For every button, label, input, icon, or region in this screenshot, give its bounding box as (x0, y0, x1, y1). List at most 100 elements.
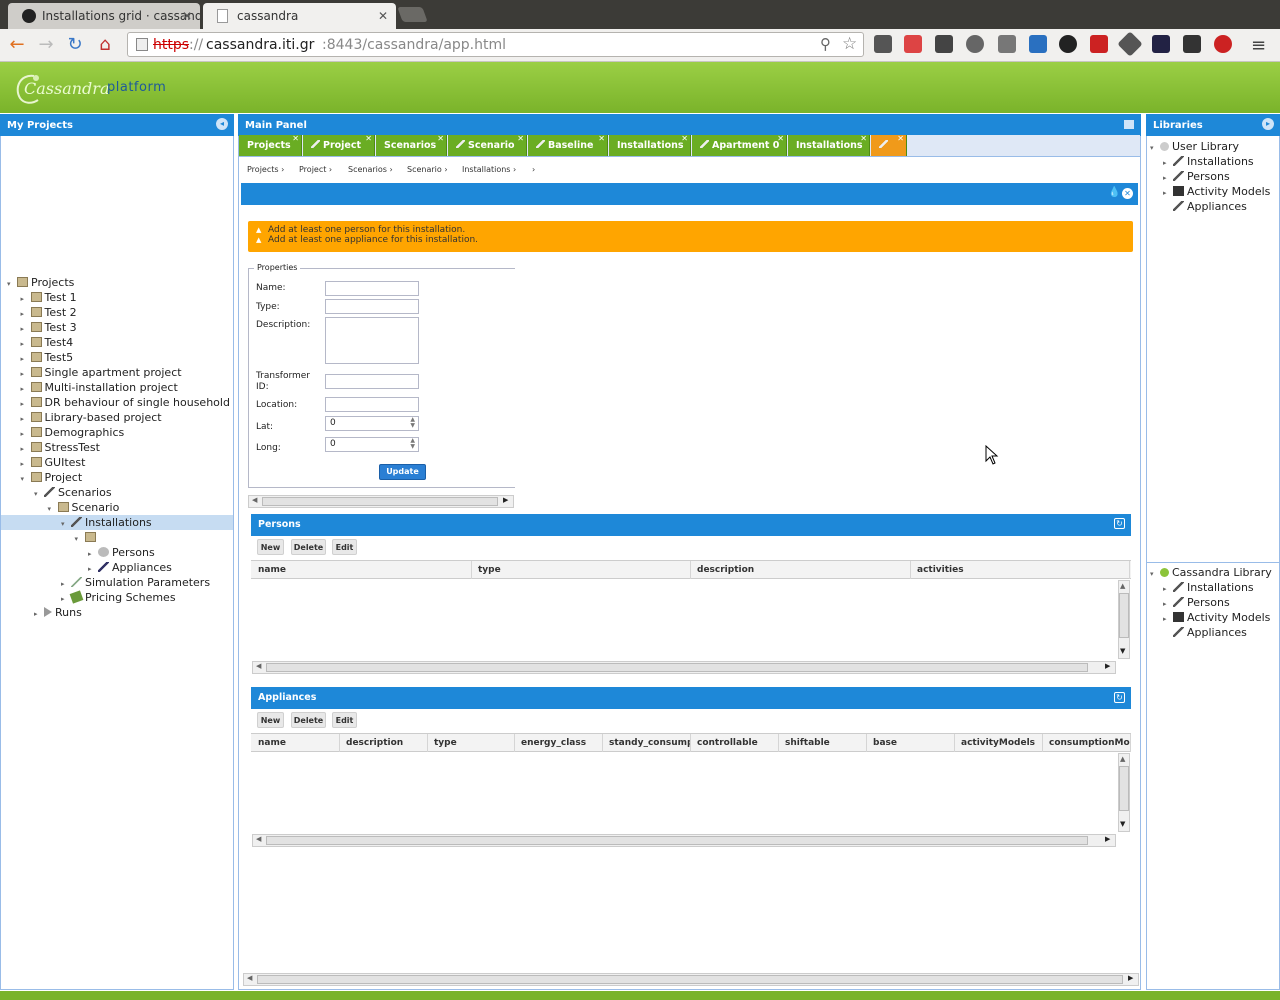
forward-icon[interactable]: → (34, 33, 58, 57)
bookmark-red-icon[interactable] (1090, 35, 1108, 53)
tree-node[interactable]: ▸ Persons (1, 545, 233, 560)
name-input[interactable] (325, 281, 419, 296)
tree-node[interactable]: ▸ Test 2 (1, 305, 233, 320)
scroll-left-icon[interactable]: ◀ (252, 496, 257, 504)
column-header-consumptionmode[interactable]: consumptionMode (1043, 734, 1131, 752)
library-item[interactable]: Appliances (1163, 199, 1247, 214)
new-person-button[interactable]: New (257, 539, 284, 555)
delete-appliance-button[interactable]: Delete (291, 712, 326, 728)
scroll-right-icon[interactable]: ▶ (503, 496, 508, 504)
scroll-thumb[interactable] (1119, 766, 1129, 811)
tree-node[interactable]: ▸ DR behaviour of single household (1, 395, 233, 410)
expand-arrow-icon[interactable]: ▸ (34, 607, 42, 622)
spinner-icon[interactable]: ▲ ▼ (410, 438, 415, 450)
column-header-energy_class[interactable]: energy_class (515, 734, 603, 752)
back-icon[interactable]: ← (5, 33, 29, 57)
reload-icon[interactable]: ↻ (63, 33, 87, 57)
close-tab-icon[interactable]: ✕ (777, 134, 784, 143)
library-item[interactable]: ▸ Installations (1163, 580, 1254, 595)
main-hscrollbar[interactable]: ◀ ▶ (243, 973, 1139, 986)
library-item[interactable]: ▸ Persons (1163, 595, 1230, 610)
notification-icon[interactable] (1029, 35, 1047, 53)
breadcrumb-item[interactable]: Project › (299, 165, 332, 174)
close-tab-icon[interactable]: ✕ (598, 134, 605, 143)
library-item[interactable]: ▸ Activity Models (1163, 184, 1270, 199)
collapse-right-icon[interactable]: ▸ (1262, 118, 1274, 130)
s-extension-icon[interactable] (1059, 35, 1077, 53)
tab-installations[interactable]: Installations ✕ (609, 134, 691, 156)
close-icon[interactable]: ✕ (378, 9, 388, 23)
tab-scenarios[interactable]: Scenarios ✕ (376, 134, 447, 156)
close-tab-icon[interactable]: ✕ (517, 134, 524, 143)
tree-node[interactable]: ▸ StressTest (1, 440, 233, 455)
drop-icon[interactable]: 💧 (1108, 187, 1120, 198)
tree-node[interactable]: ▸ Demographics (1, 425, 233, 440)
tab-project[interactable]: Project ✕ (303, 134, 375, 156)
breadcrumb-item[interactable]: Projects › (247, 165, 284, 174)
close-tab-icon[interactable]: ✕ (897, 134, 904, 143)
menu-icon[interactable]: ≡ (1251, 35, 1266, 56)
scroll-up-icon[interactable]: ▲ (1120, 582, 1125, 590)
pinterest-icon[interactable] (1214, 35, 1232, 53)
column-header-description[interactable]: description (691, 561, 911, 579)
tree-node[interactable]: ▾ Scenario (1, 500, 233, 515)
tree-node[interactable]: ▸ Test 1 (1, 290, 233, 305)
tree-node[interactable]: ▸ Simulation Parameters (1, 575, 233, 590)
eyedropper-icon[interactable] (998, 35, 1016, 53)
tree-node[interactable]: ▸ Test5 (1, 350, 233, 365)
properties-hscrollbar[interactable]: ◀ ▶ (248, 495, 514, 508)
close-tab-icon[interactable]: ✕ (437, 134, 444, 143)
lat-input[interactable]: 0 ▲ ▼ (325, 416, 419, 431)
close-icon[interactable]: ✕ (182, 9, 192, 23)
close-tab-icon[interactable]: ✕ (365, 134, 372, 143)
collapse-left-icon[interactable]: ◂ (216, 118, 228, 130)
close-tab-icon[interactable]: ✕ (681, 134, 688, 143)
tree-node[interactable]: ▾ Installations (1, 515, 233, 530)
tree-node[interactable]: ▾ Scenarios (1, 485, 233, 500)
tab-scenario[interactable]: Scenario ✕ (448, 134, 527, 156)
column-header-activitymodels[interactable]: activityModels (955, 734, 1043, 752)
column-header-type[interactable]: type (428, 734, 515, 752)
scroll-thumb[interactable] (1119, 593, 1129, 638)
evernote-icon[interactable] (935, 35, 953, 53)
scroll-thumb[interactable] (257, 975, 1123, 984)
library-item[interactable]: ▸ Activity Models (1163, 610, 1270, 625)
description-textarea[interactable] (325, 317, 419, 364)
refresh-icon[interactable]: ↻ (1114, 692, 1125, 703)
library-item[interactable]: ▸ Persons (1163, 169, 1230, 184)
shield-icon[interactable] (1152, 35, 1170, 53)
tab-new[interactable]: ✕ (871, 134, 907, 156)
browser-tab-inactive[interactable]: Installations grid · cassandr ✕ (8, 3, 200, 29)
bug-icon[interactable] (966, 35, 984, 53)
delete-person-button[interactable]: Delete (291, 539, 326, 555)
tree-node[interactable]: ▸ Runs (1, 605, 233, 620)
tab-projects[interactable]: Projects ✕ (239, 134, 302, 156)
tree-node[interactable]: ▾ Projects (1, 275, 233, 290)
appliances-hscrollbar[interactable]: ◀ ▶ (252, 834, 1116, 847)
tree-node[interactable]: ▸ Test4 (1, 335, 233, 350)
long-input[interactable]: 0 ▲ ▼ (325, 437, 419, 452)
library-root[interactable]: ▾ Cassandra Library (1150, 565, 1272, 580)
transformer-id-input[interactable] (325, 374, 419, 389)
column-header-standy_consumpt[interactable]: standy_consumpt (603, 734, 691, 752)
search-icon[interactable]: ⚲ (820, 35, 831, 53)
close-tab-icon[interactable]: ✕ (860, 134, 867, 143)
library-root[interactable]: ▾ User Library (1150, 139, 1239, 154)
collapse-arrow-icon[interactable]: ▾ (1150, 141, 1158, 156)
browser-tab-active[interactable]: cassandra ✕ (203, 3, 396, 29)
tab-baseline[interactable]: Baseline ✕ (528, 134, 608, 156)
appliances-vscrollbar[interactable]: ▲ ▼ (1118, 753, 1130, 832)
persons-vscrollbar[interactable]: ▲ ▼ (1118, 580, 1130, 659)
star-icon[interactable]: ☆ (842, 34, 857, 54)
scroll-down-icon[interactable]: ▼ (1120, 647, 1125, 655)
breadcrumb-item[interactable]: Scenario › (407, 165, 448, 174)
extension-icon[interactable] (874, 35, 892, 53)
column-header-type[interactable]: type (472, 561, 691, 579)
tree-node[interactable]: ▸ GUItest (1, 455, 233, 470)
refresh-icon[interactable]: ↻ (1114, 518, 1125, 529)
tab-apartment-0[interactable]: Apartment 0 ✕ (692, 134, 787, 156)
scroll-right-icon[interactable]: ▶ (1105, 835, 1110, 843)
scroll-right-icon[interactable]: ▶ (1128, 974, 1133, 982)
collapse-arrow-icon[interactable]: ▾ (1150, 567, 1158, 582)
library-item[interactable]: ▸ Installations (1163, 154, 1254, 169)
